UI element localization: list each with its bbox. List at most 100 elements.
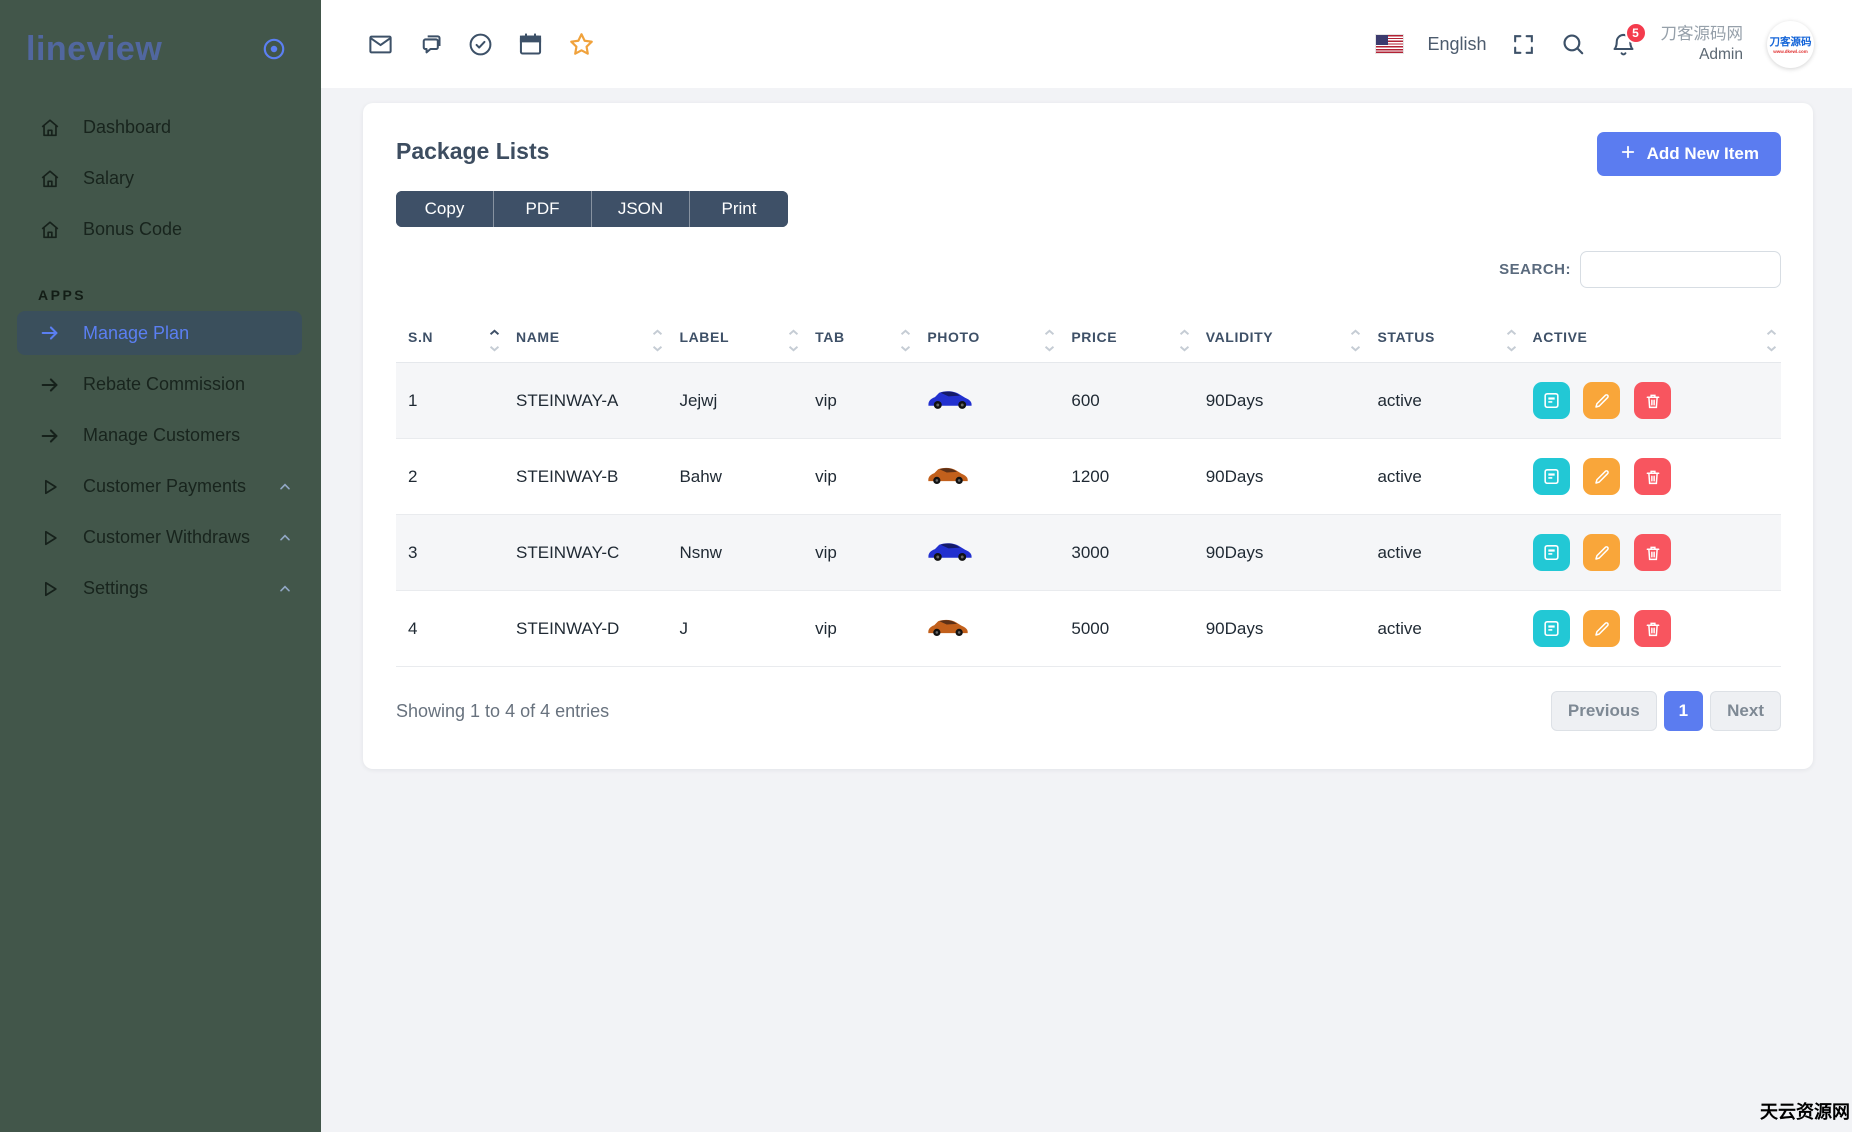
play-triangle-icon bbox=[38, 579, 61, 599]
watermark: 天云资源网 bbox=[1760, 1102, 1850, 1122]
delete-button[interactable] bbox=[1634, 534, 1672, 571]
packages-table: S.N NAME LABEL TAB PHOTO PRICE VALIDITY … bbox=[396, 316, 1781, 667]
sidebar-item-label: Manage Customers bbox=[83, 425, 241, 445]
car-photo bbox=[927, 615, 969, 638]
sidebar-toggle-icon[interactable] bbox=[261, 36, 287, 62]
sidebar-item-manage-plan[interactable]: Manage Plan bbox=[17, 311, 302, 355]
export-button-group: Copy PDF JSON Print bbox=[396, 191, 788, 227]
car-photo bbox=[927, 386, 973, 411]
column-header-name[interactable]: NAME bbox=[504, 316, 668, 363]
plus-icon bbox=[1619, 143, 1637, 166]
cell-sn: 4 bbox=[396, 590, 505, 667]
cell-validity: 90Days bbox=[1193, 514, 1366, 591]
cell-label: Bahw bbox=[667, 438, 804, 515]
car-photo bbox=[927, 463, 969, 486]
app-logo[interactable]: lineview bbox=[26, 30, 162, 69]
pagination: Previous 1 Next bbox=[1550, 691, 1781, 731]
fullscreen-icon[interactable] bbox=[1511, 32, 1536, 57]
cell-status: active bbox=[1365, 438, 1521, 515]
sidebar-item-dashboard[interactable]: Dashboard bbox=[0, 102, 321, 153]
cell-status: active bbox=[1365, 362, 1521, 439]
column-header-validity[interactable]: VALIDITY bbox=[1193, 316, 1366, 363]
column-header-status[interactable]: STATUS bbox=[1365, 316, 1521, 363]
package-lists-card: Package Lists Add New Item Copy PDF JSON… bbox=[363, 103, 1813, 769]
cell-sn: 1 bbox=[396, 362, 505, 439]
column-header-price[interactable]: PRICE bbox=[1059, 316, 1194, 363]
table-row: 2 STEINWAY-B Bahw vip 1200 90Days active bbox=[396, 438, 1781, 515]
sidebar-item-bonus-code[interactable]: Bonus Code bbox=[0, 204, 321, 255]
cell-label: Nsnw bbox=[667, 514, 804, 591]
note-button[interactable] bbox=[1532, 534, 1570, 571]
column-header-label[interactable]: LABEL bbox=[667, 316, 804, 363]
sidebar-item-manage-customers[interactable]: Manage Customers bbox=[0, 410, 321, 461]
pdf-button[interactable]: PDF bbox=[494, 191, 592, 227]
avatar[interactable]: 刀客源码 www.dkewl.com bbox=[1767, 20, 1814, 68]
column-header-photo[interactable]: PHOTO bbox=[915, 316, 1060, 363]
cell-status: active bbox=[1365, 514, 1521, 591]
column-header-active[interactable]: ACTIVE bbox=[1520, 316, 1781, 363]
copy-button[interactable]: Copy bbox=[396, 191, 494, 227]
sort-icons bbox=[900, 329, 911, 352]
sidebar-item-salary[interactable]: Salary bbox=[0, 153, 321, 204]
note-button[interactable] bbox=[1532, 458, 1570, 495]
note-button[interactable] bbox=[1532, 382, 1570, 419]
mail-icon[interactable] bbox=[367, 31, 394, 58]
cell-status: active bbox=[1365, 590, 1521, 667]
cell-name: STEINWAY-B bbox=[504, 438, 668, 515]
star-icon[interactable] bbox=[567, 30, 596, 59]
sort-icons bbox=[1350, 329, 1361, 352]
cell-validity: 90Days bbox=[1193, 438, 1366, 515]
cell-name: STEINWAY-A bbox=[504, 362, 668, 439]
sidebar-item-label: Salary bbox=[83, 168, 135, 188]
search-input[interactable] bbox=[1580, 251, 1781, 288]
us-flag-icon[interactable] bbox=[1376, 35, 1404, 53]
language-selector[interactable]: English bbox=[1427, 34, 1486, 55]
delete-button[interactable] bbox=[1634, 382, 1672, 419]
sidebar-item-rebate-commission[interactable]: Rebate Commission bbox=[0, 359, 321, 410]
next-page-button[interactable]: Next bbox=[1710, 691, 1781, 731]
print-button[interactable]: Print bbox=[690, 191, 788, 227]
edit-button[interactable] bbox=[1583, 610, 1621, 647]
notifications-button[interactable]: 5 bbox=[1610, 21, 1647, 58]
table-header-row: S.N NAME LABEL TAB PHOTO PRICE VALIDITY … bbox=[396, 316, 1781, 363]
edit-button[interactable] bbox=[1583, 534, 1621, 571]
search-icon[interactable] bbox=[1560, 31, 1586, 57]
sidebar-item-customer-payments[interactable]: Customer Payments bbox=[0, 461, 321, 512]
column-header-sn[interactable]: S.N bbox=[396, 316, 505, 363]
delete-button[interactable] bbox=[1634, 610, 1672, 647]
chevron-up-icon bbox=[277, 581, 293, 597]
arrow-right-icon bbox=[38, 425, 61, 447]
edit-button[interactable] bbox=[1583, 458, 1621, 495]
page-title: Package Lists bbox=[396, 138, 550, 164]
cell-validity: 90Days bbox=[1193, 590, 1366, 667]
sidebar-item-customer-withdraws[interactable]: Customer Withdraws bbox=[0, 512, 321, 563]
table-row: 3 STEINWAY-C Nsnw vip 3000 90Days active bbox=[396, 514, 1781, 591]
cell-price: 600 bbox=[1059, 362, 1194, 439]
user-info[interactable]: 刀客源码网 Admin bbox=[1661, 24, 1744, 64]
calendar-icon[interactable] bbox=[517, 31, 544, 58]
sort-icons bbox=[1506, 329, 1517, 352]
cell-name: STEINWAY-D bbox=[504, 590, 668, 667]
cell-tab: vip bbox=[803, 590, 916, 667]
sort-icons bbox=[1044, 329, 1055, 352]
sidebar-item-settings[interactable]: Settings bbox=[0, 563, 321, 614]
json-button[interactable]: JSON bbox=[592, 191, 690, 227]
page-number-button[interactable]: 1 bbox=[1663, 691, 1704, 731]
sort-icons bbox=[1766, 329, 1777, 352]
column-header-tab[interactable]: TAB bbox=[803, 316, 916, 363]
entries-summary: Showing 1 to 4 of 4 entries bbox=[396, 700, 610, 721]
arrow-right-icon bbox=[38, 374, 61, 396]
delete-button[interactable] bbox=[1634, 458, 1672, 495]
note-button[interactable] bbox=[1532, 610, 1570, 647]
sort-icons bbox=[489, 329, 500, 352]
previous-page-button[interactable]: Previous bbox=[1550, 691, 1657, 731]
chat-icon[interactable] bbox=[417, 31, 444, 58]
cell-sn: 3 bbox=[396, 514, 505, 591]
sidebar-item-label: Customer Payments bbox=[83, 476, 247, 496]
sidebar-item-label: Bonus Code bbox=[83, 219, 183, 239]
sidebar-item-label: Customer Withdraws bbox=[83, 527, 251, 547]
chevron-up-icon bbox=[277, 530, 293, 546]
edit-button[interactable] bbox=[1583, 382, 1621, 419]
check-circle-icon[interactable] bbox=[467, 31, 494, 58]
add-new-item-button[interactable]: Add New Item bbox=[1596, 132, 1781, 176]
